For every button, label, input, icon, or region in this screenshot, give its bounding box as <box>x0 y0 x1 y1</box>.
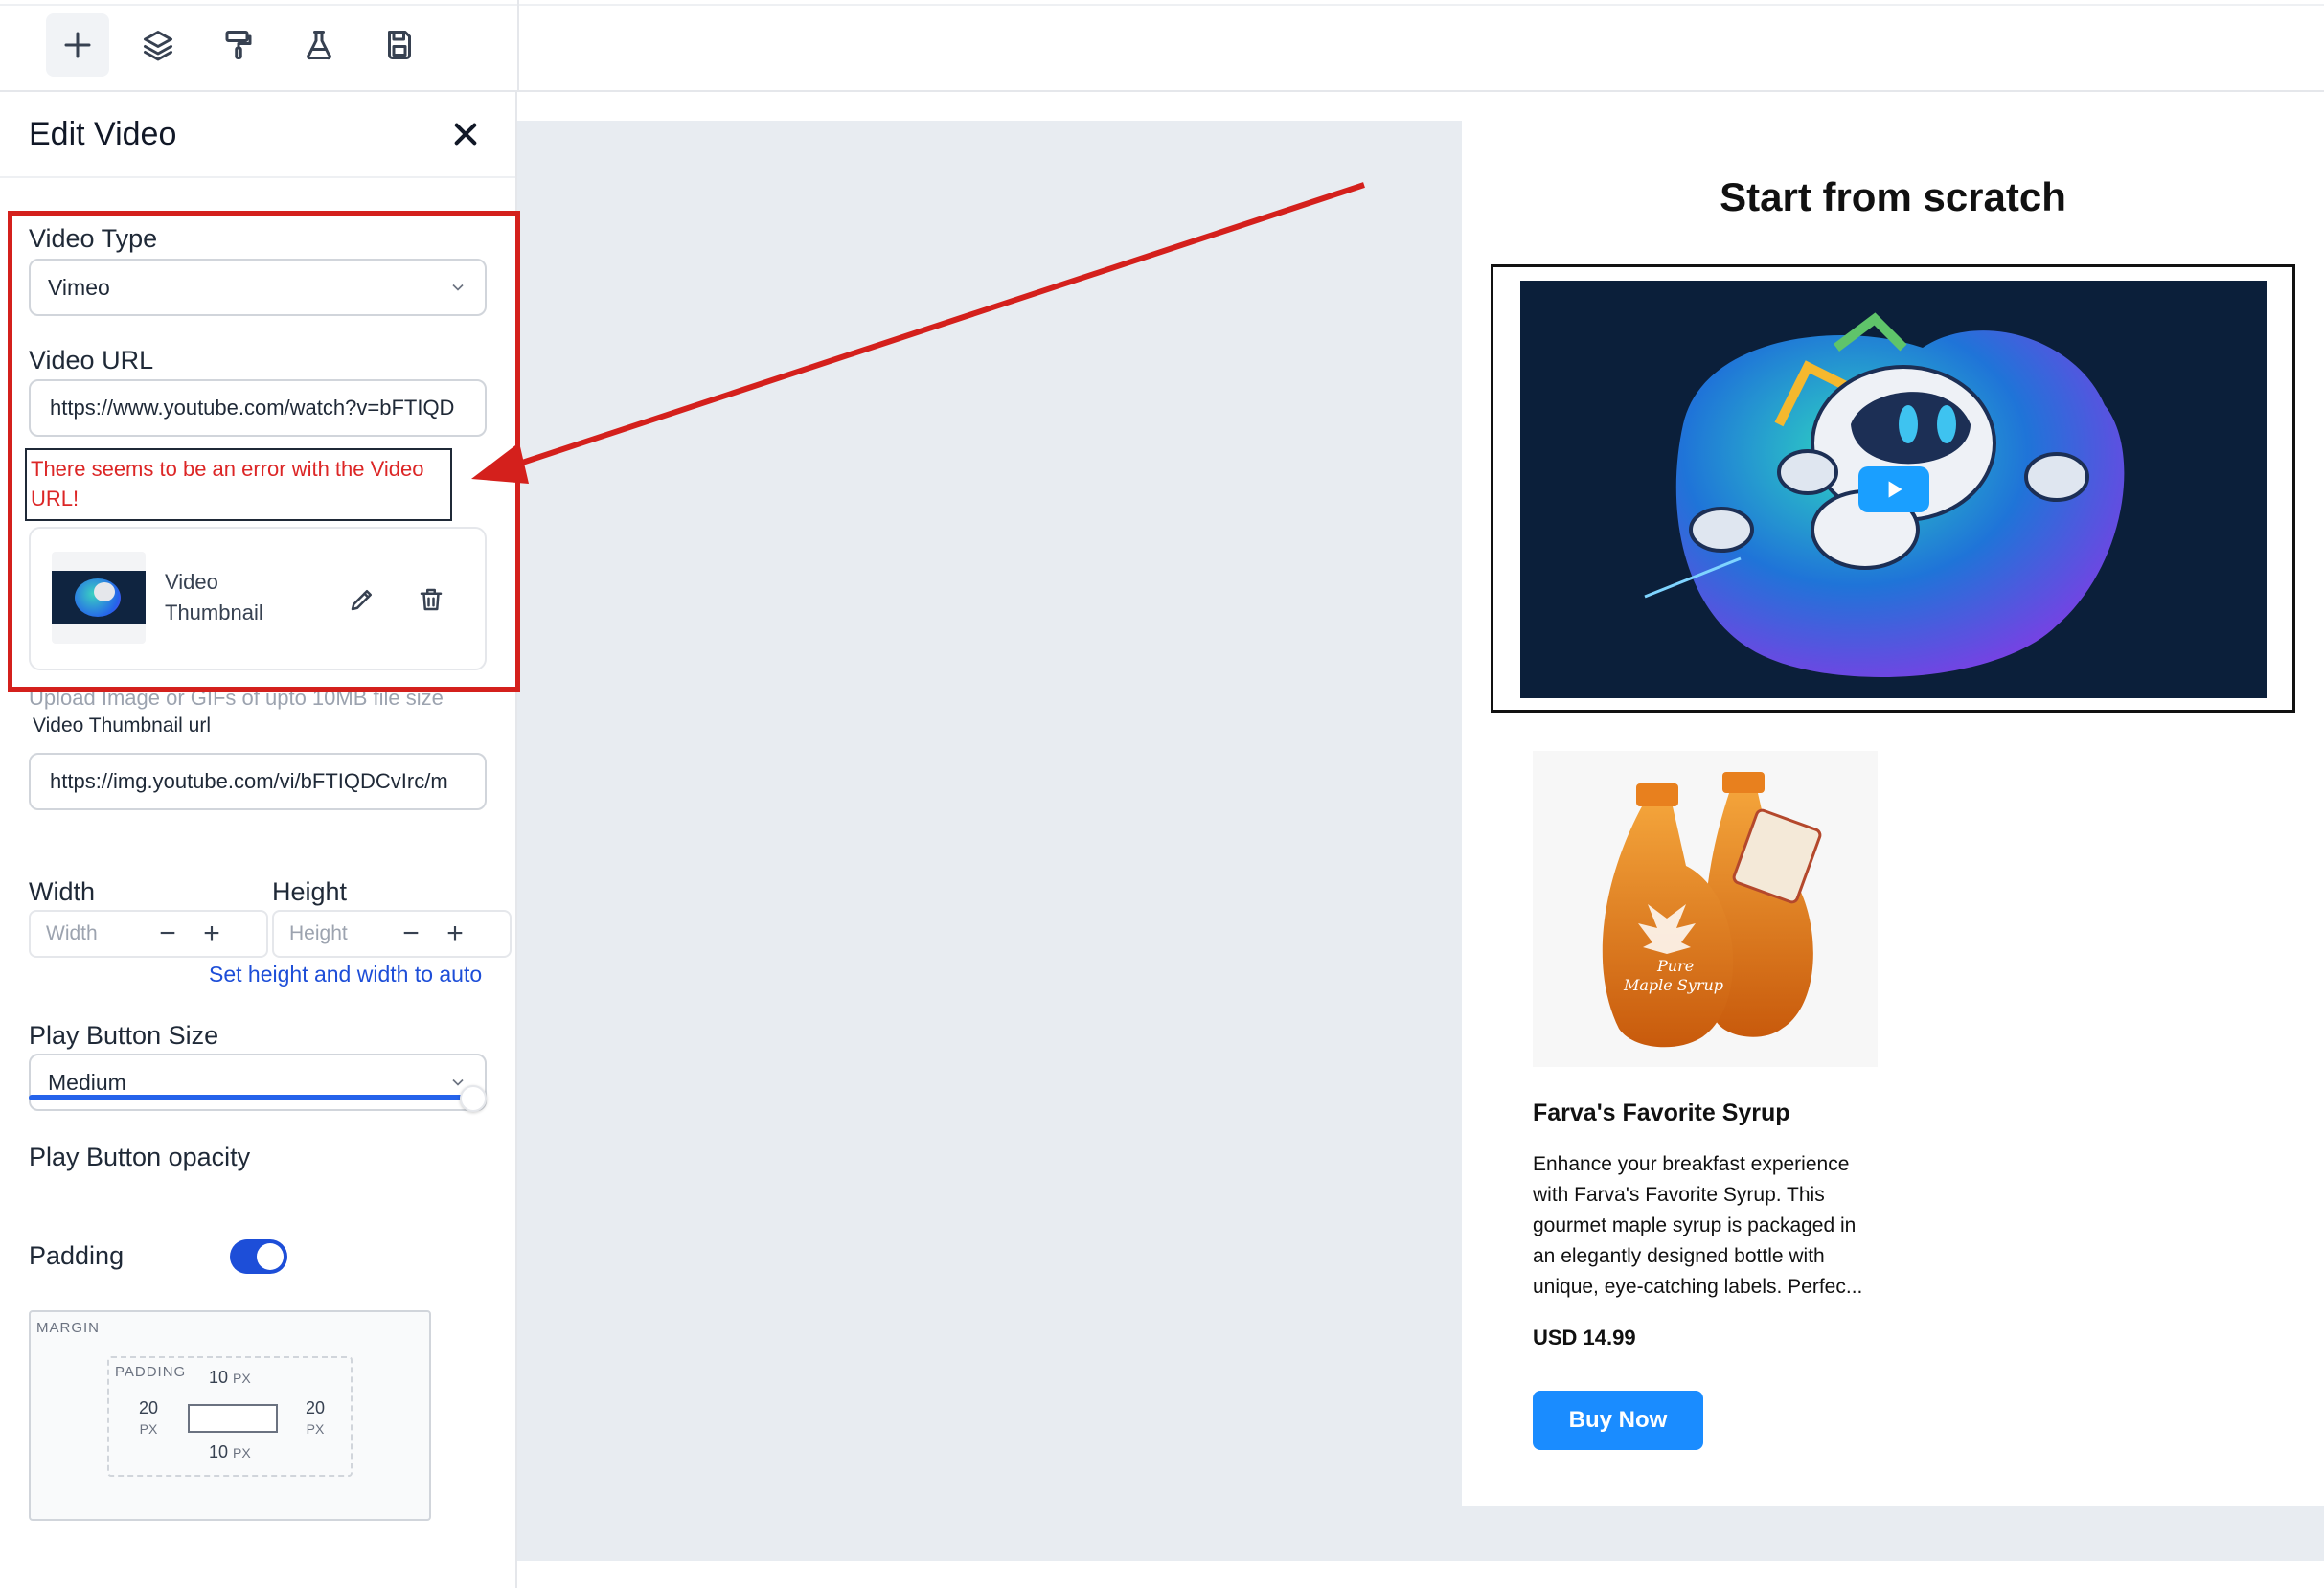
video-type-value: Vimeo <box>48 274 110 300</box>
video-block[interactable] <box>1491 264 2295 713</box>
content-box <box>188 1404 278 1433</box>
play-button-size-label: Play Button Size <box>29 1021 219 1050</box>
svg-text:Pure: Pure <box>1656 957 1694 975</box>
box-model-editor: MARGIN PADDING 10 PX 20 PX 20 PX 10 PX <box>29 1310 431 1521</box>
chevron-down-icon <box>452 284 464 291</box>
padding-right[interactable]: 20 PX <box>301 1398 330 1439</box>
play-button-size-select[interactable]: Medium <box>29 1054 487 1111</box>
pencil-icon <box>351 590 372 611</box>
play-icon <box>1888 481 1902 498</box>
padding-box: PADDING 10 PX 20 PX 20 PX 10 PX <box>107 1356 353 1477</box>
product-image[interactable]: Pure Maple Syrup <box>1533 751 1878 1067</box>
video-type-select[interactable]: Vimeo <box>29 259 487 316</box>
width-increment-button[interactable]: + <box>197 919 226 948</box>
svg-text:Maple Syrup: Maple Syrup <box>1623 976 1723 994</box>
add-block-button[interactable] <box>46 13 109 77</box>
save-icon <box>388 31 411 59</box>
delete-thumbnail-button[interactable] <box>410 578 452 621</box>
buy-now-button[interactable]: Buy Now <box>1533 1391 1703 1450</box>
panel-title: Edit Video <box>29 115 177 152</box>
video-url-label: Video URL <box>29 346 154 374</box>
video-thumbnail-card: Video Thumbnail <box>29 527 487 670</box>
email-title[interactable]: Start from scratch <box>1462 174 2324 220</box>
thumbnail-url-label: Video Thumbnail url <box>33 715 212 737</box>
width-label: Width <box>29 877 96 906</box>
opacity-slider-track[interactable] <box>29 1095 475 1100</box>
video-url-input[interactable]: https://www.youtube.com/watch?v=bFTIQD <box>29 379 487 437</box>
thumbnail-preview <box>52 552 146 644</box>
editor-toolbar <box>0 0 517 92</box>
padding-bottom[interactable]: 10 PX <box>209 1442 251 1463</box>
close-panel-button[interactable] <box>444 113 487 155</box>
height-placeholder: Height <box>289 922 348 944</box>
layers-button[interactable] <box>126 13 190 77</box>
toggle-knob <box>257 1243 284 1270</box>
save-button[interactable] <box>368 13 431 77</box>
syrup-bottles: Pure Maple Syrup <box>1602 772 1822 1048</box>
video-type-label: Video Type <box>29 224 158 253</box>
flask-icon <box>307 31 331 60</box>
play-button-size-value: Medium <box>48 1069 126 1095</box>
test-button[interactable] <box>287 13 351 77</box>
width-placeholder: Width <box>46 922 98 944</box>
height-label: Height <box>272 877 348 906</box>
video-url-error: There seems to be an error with the Vide… <box>25 448 452 521</box>
trash-icon <box>420 588 443 611</box>
toolbar-spacer <box>517 0 2324 92</box>
panel-header: Edit Video <box>0 92 515 178</box>
margin-label: MARGIN <box>36 1320 100 1336</box>
auto-size-link[interactable]: Set height and width to auto <box>209 962 482 987</box>
height-decrement-button[interactable]: − <box>397 919 425 948</box>
height-increment-button[interactable]: + <box>441 919 469 948</box>
paint-roller-icon <box>225 31 252 59</box>
edit-thumbnail-button[interactable] <box>341 578 383 621</box>
padding-box-label: PADDING <box>115 1364 187 1380</box>
thumbnail-url-input[interactable]: https://img.youtube.com/vi/bFTIQDCvIrc/m <box>29 753 487 810</box>
opacity-slider-handle[interactable] <box>460 1085 487 1112</box>
layers-icon <box>144 31 172 61</box>
product-price[interactable]: USD 14.99 <box>1533 1326 1636 1350</box>
plus-icon <box>64 32 91 58</box>
style-button[interactable] <box>207 13 270 77</box>
product-description[interactable]: Enhance your breakfast experience with F… <box>1533 1149 1878 1303</box>
width-decrement-button[interactable]: − <box>153 919 182 948</box>
padding-toggle[interactable] <box>230 1239 287 1274</box>
email-preview: Start from scratch Pure Maple Syrup Farv… <box>1462 121 2324 1506</box>
padding-top[interactable]: 10 PX <box>209 1368 251 1388</box>
video-thumbnail <box>1520 281 2267 698</box>
play-button[interactable] <box>1858 466 1929 512</box>
padding-label: Padding <box>29 1241 125 1270</box>
width-stepper[interactable]: Width − + <box>29 910 268 958</box>
height-stepper[interactable]: Height − + <box>272 910 512 958</box>
close-icon <box>454 123 477 146</box>
upload-hint: Upload Image or GIFs of upto 10MB file s… <box>29 686 444 710</box>
padding-left[interactable]: 20 PX <box>134 1398 163 1439</box>
play-button-opacity-label: Play Button opacity <box>29 1143 251 1171</box>
product-name[interactable]: Farva's Favorite Syrup <box>1533 1100 1790 1127</box>
thumbnail-label: Video Thumbnail <box>165 570 263 624</box>
